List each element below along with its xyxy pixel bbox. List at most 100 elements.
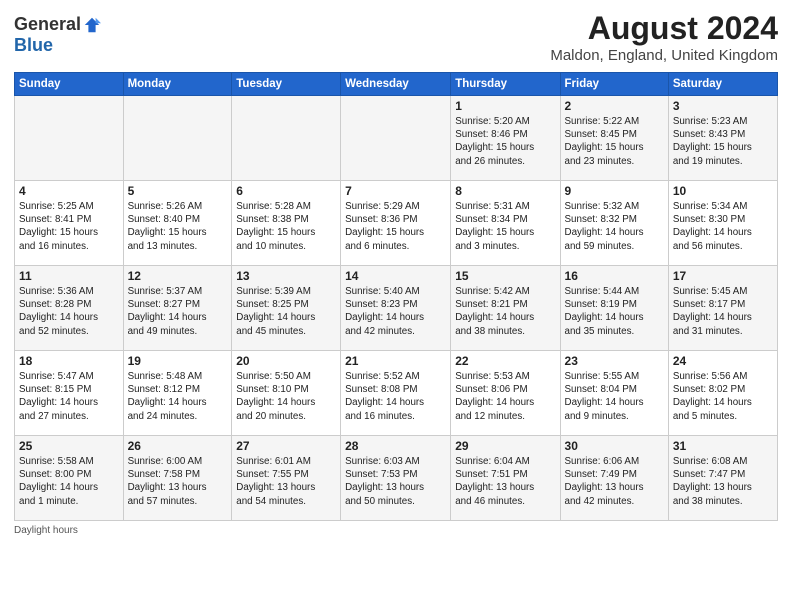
day-info: Sunrise: 5:45 AM Sunset: 8:17 PM Dayligh… (673, 285, 773, 338)
week-row-2: 4 Sunrise: 5:25 AM Sunset: 8:41 PM Daylig… (15, 181, 778, 266)
day-number: 4 (19, 184, 119, 198)
week-row-3: 11 Sunrise: 5:36 AM Sunset: 8:28 PM Dayli… (15, 266, 778, 351)
day-info: Sunrise: 5:47 AM Sunset: 8:15 PM Dayligh… (19, 370, 119, 423)
day-cell (341, 96, 451, 181)
day-number: 31 (673, 439, 773, 453)
day-cell: 16Sunrise: 5:44 AM Sunset: 8:19 PM Dayli… (560, 266, 668, 351)
day-number: 8 (455, 184, 555, 198)
calendar-header-row: SundayMondayTuesdayWednesdayThursdayFrid… (15, 73, 778, 96)
day-cell: 30 Sunrise: 6:06 AM Sunset: 7:49 PM Dayli… (560, 436, 668, 521)
day-info: Sunrise: 5:53 AM Sunset: 8:06 PM Dayligh… (455, 370, 555, 423)
day-info: Sunrise: 5:36 AM Sunset: 8:28 PM Dayligh… (19, 285, 119, 338)
day-number: 20 (236, 354, 336, 368)
day-info: Sunrise: 5:31 AM Sunset: 8:34 PM Dayligh… (455, 200, 555, 253)
day-number: 6 (236, 184, 336, 198)
day-number: 25 (19, 439, 119, 453)
day-cell: 2 Sunrise: 5:22 AM Sunset: 8:45 PM Daylig… (560, 96, 668, 181)
day-cell: 22 Sunrise: 5:53 AM Sunset: 8:06 PM Dayli… (451, 351, 560, 436)
day-info: Sunrise: 5:52 AM Sunset: 8:08 PM Dayligh… (345, 370, 446, 423)
day-info: Sunrise: 5:28 AM Sunset: 8:38 PM Dayligh… (236, 200, 336, 253)
day-number: 2 (565, 99, 664, 113)
col-header-sunday: Sunday (15, 73, 124, 96)
day-cell: 15 Sunrise: 5:42 AM Sunset: 8:21 PM Dayli… (451, 266, 560, 351)
day-cell: 3Sunrise: 5:23 AM Sunset: 8:43 PM Daylig… (668, 96, 777, 181)
day-cell: 19 Sunrise: 5:48 AM Sunset: 8:12 PM Dayli… (123, 351, 232, 436)
col-header-saturday: Saturday (668, 73, 777, 96)
day-info: Sunrise: 5:40 AM Sunset: 8:23 PM Dayligh… (345, 285, 446, 338)
day-info: Sunrise: 5:58 AM Sunset: 8:00 PM Dayligh… (19, 455, 119, 508)
footer-text: Daylight hours (14, 525, 78, 536)
day-info: Sunrise: 5:56 AM Sunset: 8:02 PM Dayligh… (673, 370, 773, 423)
day-number: 7 (345, 184, 446, 198)
week-row-1: 1Sunrise: 5:20 AM Sunset: 8:46 PM Daylig… (15, 96, 778, 181)
day-cell: 24 Sunrise: 5:56 AM Sunset: 8:02 PM Dayli… (668, 351, 777, 436)
day-cell (123, 96, 232, 181)
day-info: Sunrise: 5:37 AM Sunset: 8:27 PM Dayligh… (128, 285, 228, 338)
day-cell: 20 Sunrise: 5:50 AM Sunset: 8:10 PM Dayli… (232, 351, 341, 436)
day-cell: 7 Sunrise: 5:29 AM Sunset: 8:36 PM Daylig… (341, 181, 451, 266)
col-header-thursday: Thursday (451, 73, 560, 96)
day-number: 22 (455, 354, 555, 368)
col-header-friday: Friday (560, 73, 668, 96)
day-info: Sunrise: 5:48 AM Sunset: 8:12 PM Dayligh… (128, 370, 228, 423)
day-info: Sunrise: 5:25 AM Sunset: 8:41 PM Dayligh… (19, 200, 119, 253)
day-cell: 8 Sunrise: 5:31 AM Sunset: 8:34 PM Daylig… (451, 181, 560, 266)
day-info: Sunrise: 5:26 AM Sunset: 8:40 PM Dayligh… (128, 200, 228, 253)
day-cell: 4 Sunrise: 5:25 AM Sunset: 8:41 PM Daylig… (15, 181, 124, 266)
day-number: 17 (673, 269, 773, 283)
day-number: 27 (236, 439, 336, 453)
day-cell: 6 Sunrise: 5:28 AM Sunset: 8:38 PM Daylig… (232, 181, 341, 266)
day-info: Sunrise: 5:20 AM Sunset: 8:46 PM Dayligh… (455, 115, 555, 168)
logo-blue: Blue (14, 35, 53, 55)
day-info: Sunrise: 6:00 AM Sunset: 7:58 PM Dayligh… (128, 455, 228, 508)
day-number: 9 (565, 184, 664, 198)
day-number: 15 (455, 269, 555, 283)
day-number: 23 (565, 354, 664, 368)
day-number: 11 (19, 269, 119, 283)
day-info: Sunrise: 5:32 AM Sunset: 8:32 PM Dayligh… (565, 200, 664, 253)
day-cell: 23 Sunrise: 5:55 AM Sunset: 8:04 PM Dayli… (560, 351, 668, 436)
day-cell: 25 Sunrise: 5:58 AM Sunset: 8:00 PM Dayli… (15, 436, 124, 521)
day-info: Sunrise: 6:06 AM Sunset: 7:49 PM Dayligh… (565, 455, 664, 508)
day-info: Sunrise: 5:42 AM Sunset: 8:21 PM Dayligh… (455, 285, 555, 338)
day-cell: 27 Sunrise: 6:01 AM Sunset: 7:55 PM Dayli… (232, 436, 341, 521)
day-number: 19 (128, 354, 228, 368)
page: General Blue August 2024 Maldon, England… (0, 0, 792, 612)
day-number: 28 (345, 439, 446, 453)
day-number: 26 (128, 439, 228, 453)
day-number: 21 (345, 354, 446, 368)
day-cell: 13Sunrise: 5:39 AM Sunset: 8:25 PM Dayli… (232, 266, 341, 351)
day-info: Sunrise: 6:01 AM Sunset: 7:55 PM Dayligh… (236, 455, 336, 508)
day-cell: 17 Sunrise: 5:45 AM Sunset: 8:17 PM Dayli… (668, 266, 777, 351)
logo: General Blue (14, 10, 101, 56)
day-number: 16 (565, 269, 664, 283)
day-number: 3 (673, 99, 773, 113)
day-number: 29 (455, 439, 555, 453)
day-info: Sunrise: 5:29 AM Sunset: 8:36 PM Dayligh… (345, 200, 446, 253)
day-cell: 5 Sunrise: 5:26 AM Sunset: 8:40 PM Daylig… (123, 181, 232, 266)
day-cell: 18 Sunrise: 5:47 AM Sunset: 8:15 PM Dayli… (15, 351, 124, 436)
day-info: Sunrise: 5:55 AM Sunset: 8:04 PM Dayligh… (565, 370, 664, 423)
day-number: 10 (673, 184, 773, 198)
day-cell: 14 Sunrise: 5:40 AM Sunset: 8:23 PM Dayli… (341, 266, 451, 351)
day-cell (15, 96, 124, 181)
day-number: 30 (565, 439, 664, 453)
logo-icon (83, 16, 101, 34)
day-cell: 31Sunrise: 6:08 AM Sunset: 7:47 PM Dayli… (668, 436, 777, 521)
day-cell: 1Sunrise: 5:20 AM Sunset: 8:46 PM Daylig… (451, 96, 560, 181)
day-number: 24 (673, 354, 773, 368)
day-cell: 11 Sunrise: 5:36 AM Sunset: 8:28 PM Dayli… (15, 266, 124, 351)
day-number: 5 (128, 184, 228, 198)
week-row-5: 25 Sunrise: 5:58 AM Sunset: 8:00 PM Dayli… (15, 436, 778, 521)
day-number: 18 (19, 354, 119, 368)
week-row-4: 18 Sunrise: 5:47 AM Sunset: 8:15 PM Dayli… (15, 351, 778, 436)
day-info: Sunrise: 6:04 AM Sunset: 7:51 PM Dayligh… (455, 455, 555, 508)
day-number: 14 (345, 269, 446, 283)
calendar: SundayMondayTuesdayWednesdayThursdayFrid… (14, 72, 778, 521)
day-info: Sunrise: 6:03 AM Sunset: 7:53 PM Dayligh… (345, 455, 446, 508)
day-cell (232, 96, 341, 181)
day-cell: 21 Sunrise: 5:52 AM Sunset: 8:08 PM Dayli… (341, 351, 451, 436)
day-info: Sunrise: 5:22 AM Sunset: 8:45 PM Dayligh… (565, 115, 664, 168)
main-title: August 2024 (550, 10, 778, 47)
day-info: Sunrise: 5:50 AM Sunset: 8:10 PM Dayligh… (236, 370, 336, 423)
